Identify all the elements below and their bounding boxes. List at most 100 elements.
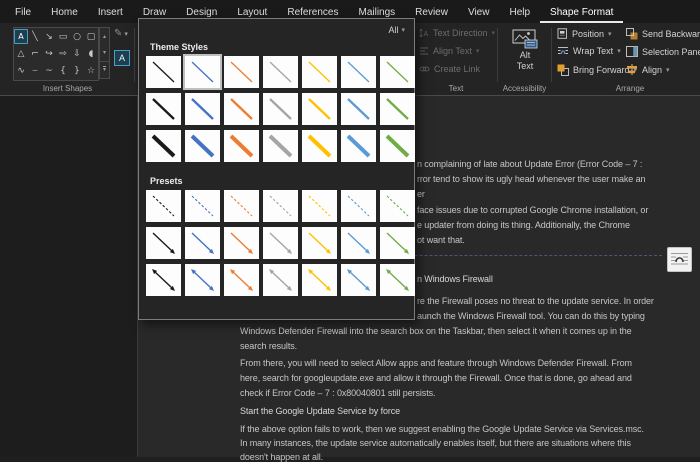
style-swatch[interactable] — [302, 130, 337, 162]
style-swatch[interactable] — [224, 56, 259, 88]
insert-shapes-group-label: Insert Shapes — [42, 84, 93, 93]
draw-text-box-button[interactable]: A — [114, 50, 130, 66]
shape-right-arrow-icon[interactable]: ⇨ — [56, 46, 70, 62]
group-separator — [497, 28, 498, 82]
style-swatch[interactable] — [380, 264, 415, 296]
style-swatch[interactable] — [146, 227, 181, 259]
shape-styles-dropdown: All Theme Styles Presets — [138, 18, 415, 320]
style-swatch[interactable] — [302, 264, 337, 296]
group-separator — [134, 28, 135, 82]
tab-home[interactable]: Home — [41, 3, 88, 23]
doc-text-line: Windows Defender Firewall into the searc… — [240, 326, 632, 336]
style-swatch[interactable] — [224, 130, 259, 162]
shape-left-brace-icon[interactable]: { — [56, 63, 70, 79]
style-swatch[interactable] — [185, 264, 220, 296]
gallery-more-icon[interactable] — [100, 60, 109, 78]
chevron-down-icon — [476, 47, 480, 55]
shape-scribble-icon[interactable]: ∿ — [14, 63, 28, 79]
style-swatch[interactable] — [341, 93, 376, 125]
tab-view[interactable]: View — [458, 3, 500, 23]
style-swatch[interactable] — [380, 56, 415, 88]
text-group-label: Text — [448, 84, 464, 93]
shape-oval-icon[interactable]: ○ — [70, 29, 84, 45]
doc-text-line: aunch the Windows Firewall tool. You can… — [417, 311, 645, 321]
align-text-button[interactable]: Align Text — [419, 46, 479, 56]
shape-down-arrow-icon[interactable]: ⇩ — [70, 46, 84, 62]
style-swatch[interactable] — [302, 56, 337, 88]
style-swatch[interactable] — [224, 190, 259, 222]
shape-rounded-rectangle-icon[interactable]: ▢ — [84, 29, 98, 45]
style-swatch[interactable] — [380, 93, 415, 125]
style-swatch[interactable] — [146, 93, 181, 125]
object-layout-icon[interactable] — [667, 247, 692, 272]
position-button[interactable]: Position — [557, 28, 612, 39]
theme-styles-grid — [146, 54, 415, 162]
style-swatch[interactable] — [341, 190, 376, 222]
tab-shape-format[interactable]: Shape Format — [540, 3, 624, 23]
send-backward-button[interactable]: Send Backward — [626, 28, 700, 40]
shape-curved-arrow-connector-icon[interactable]: ↪ — [42, 46, 56, 62]
style-swatch[interactable] — [263, 130, 298, 162]
style-swatch[interactable] — [302, 227, 337, 259]
alt-text-icon — [512, 29, 538, 49]
style-swatch[interactable] — [380, 130, 415, 162]
shape-elbow-connector-icon[interactable]: ⌐ — [28, 46, 42, 62]
style-swatch[interactable] — [263, 264, 298, 296]
style-swatch[interactable] — [380, 190, 415, 222]
style-swatch[interactable] — [302, 93, 337, 125]
bring-forward-icon — [557, 64, 569, 76]
alt-text-button[interactable]: Alt Text — [503, 26, 547, 84]
wrap-text-button[interactable]: Wrap Text — [557, 46, 621, 56]
style-swatch[interactable] — [146, 264, 181, 296]
doc-heading: Start the Google Update Service by force — [240, 406, 401, 416]
tab-file[interactable]: File — [5, 3, 41, 23]
style-swatch[interactable] — [185, 190, 220, 222]
create-link-button[interactable]: Create Link — [419, 64, 480, 74]
style-swatch[interactable] — [185, 227, 220, 259]
align-button[interactable]: Align — [626, 64, 670, 75]
shape-arc-icon[interactable]: ⌣ — [28, 63, 42, 79]
selection-pane-button[interactable]: Selection Pane — [626, 46, 700, 57]
style-swatch[interactable] — [224, 264, 259, 296]
style-swatch[interactable] — [224, 93, 259, 125]
shape-chord-icon[interactable]: ◖ — [84, 46, 98, 62]
style-swatch[interactable] — [263, 227, 298, 259]
send-backward-icon — [626, 28, 638, 40]
shape-star-icon[interactable]: ☆ — [84, 63, 98, 79]
style-swatch[interactable] — [380, 227, 415, 259]
doc-text-line: e updater from doing its thing. Addition… — [417, 220, 630, 230]
style-swatch[interactable] — [146, 56, 181, 88]
style-swatch[interactable] — [341, 264, 376, 296]
style-swatch[interactable] — [341, 56, 376, 88]
shape-line-arrow-icon[interactable]: ↘ — [42, 29, 56, 45]
style-swatch[interactable] — [263, 93, 298, 125]
gallery-filter[interactable]: All — [139, 19, 414, 37]
style-swatch[interactable] — [146, 130, 181, 162]
style-swatch[interactable] — [341, 227, 376, 259]
shape-triangle-icon[interactable]: △ — [14, 46, 28, 62]
edit-shape-button[interactable]: ✎ — [114, 28, 128, 39]
style-swatch[interactable] — [263, 190, 298, 222]
style-swatch[interactable] — [146, 190, 181, 222]
wrap-text-icon — [558, 47, 568, 55]
shape-right-brace-icon[interactable]: } — [70, 63, 84, 79]
style-swatch[interactable] — [224, 227, 259, 259]
style-swatch[interactable] — [263, 56, 298, 88]
doc-text-line: er — [417, 189, 425, 199]
style-swatch[interactable] — [302, 190, 337, 222]
style-swatch[interactable] — [185, 93, 220, 125]
shape-line-icon[interactable]: ╲ — [28, 29, 42, 45]
text-direction-button[interactable]: A Text Direction — [419, 28, 495, 38]
style-swatch[interactable] — [183, 54, 222, 90]
style-swatch[interactable] — [185, 130, 220, 162]
style-swatch[interactable] — [341, 130, 376, 162]
text-direction-icon: A — [419, 28, 429, 38]
shape-text-box-icon[interactable]: A — [14, 29, 28, 45]
shape-curve-icon[interactable]: ~ — [42, 63, 56, 79]
gallery-scroll-up-icon[interactable] — [100, 28, 109, 44]
shape-rectangle-icon[interactable]: ▭ — [56, 29, 70, 45]
arrange-group-label: Arrange — [615, 84, 645, 93]
tab-insert[interactable]: Insert — [88, 3, 133, 23]
tab-help[interactable]: Help — [499, 3, 540, 23]
gallery-scroll-down-icon[interactable] — [100, 44, 109, 60]
